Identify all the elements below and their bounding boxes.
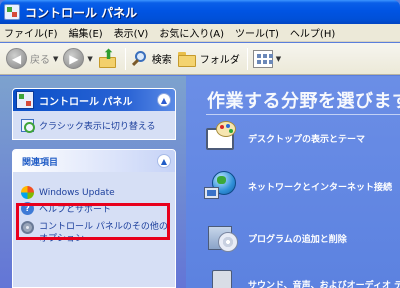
- category-label: ネットワークとインターネット接続: [248, 182, 393, 193]
- forward-button[interactable]: ▶ ▼: [63, 48, 93, 69]
- chevron-down-icon[interactable]: ▼: [53, 55, 58, 63]
- appearance-themes-icon: [204, 120, 240, 156]
- highlight-box: [16, 203, 170, 240]
- menu-favorites[interactable]: お気に入り(A): [159, 25, 224, 40]
- back-button[interactable]: ◀ 戻る ▼: [6, 48, 58, 69]
- control-panel-box: コントロール パネル ▲ クラシック表示に切り替える: [12, 88, 176, 140]
- category-label: デスクトップの表示とテーマ: [248, 134, 366, 145]
- related-item-label: Windows Update: [39, 187, 115, 198]
- task-pane: コントロール パネル ▲ クラシック表示に切り替える 関連項目 ▲ Window…: [0, 76, 186, 288]
- classic-view-link[interactable]: クラシック表示に切り替える: [13, 111, 175, 133]
- control-panel-box-title: コントロール パネル: [39, 96, 133, 108]
- classic-view-label: クラシック表示に切り替える: [39, 122, 156, 132]
- menu-file[interactable]: ファイル(F): [4, 25, 58, 40]
- back-arrow-icon: ◀: [6, 48, 27, 69]
- related-box-header[interactable]: 関連項目 ▲: [13, 150, 175, 172]
- category-label: サウンド、音声、およびオーディオ デバイス: [248, 280, 400, 288]
- related-item-windows-update[interactable]: Windows Update: [13, 172, 175, 199]
- folders-label: フォルダ: [199, 55, 240, 66]
- category-add-remove-programs[interactable]: プログラムの追加と削除: [204, 220, 347, 256]
- chevron-down-icon[interactable]: ▼: [87, 55, 92, 63]
- chevron-down-icon[interactable]: ▼: [276, 55, 281, 63]
- category-appearance[interactable]: デスクトップの表示とテーマ: [204, 120, 365, 156]
- category-label: プログラムの追加と削除: [248, 234, 347, 245]
- title-bar[interactable]: コントロール パネル: [0, 0, 400, 24]
- control-panel-icon: [16, 91, 34, 109]
- search-button[interactable]: 検索: [131, 50, 172, 68]
- folder-icon: [177, 51, 197, 67]
- control-panel-icon: [4, 4, 20, 20]
- category-sounds[interactable]: サウンド、音声、およびオーディオ デバイス: [204, 266, 400, 288]
- window-title: コントロール パネル: [25, 5, 138, 20]
- toolbar: ◀ 戻る ▼ ▶ ▼ ⬆ 検索 フォルダ ▼: [0, 43, 400, 75]
- up-folder-button[interactable]: ⬆: [98, 47, 118, 69]
- menu-edit[interactable]: 編集(E): [69, 25, 103, 40]
- toolbar-divider: [124, 47, 126, 70]
- related-box-title: 関連項目: [22, 157, 59, 168]
- folders-button[interactable]: フォルダ: [177, 51, 240, 67]
- category-network[interactable]: ネットワークとインターネット接続: [204, 168, 392, 204]
- views-button[interactable]: ▼: [252, 49, 281, 68]
- add-remove-programs-icon: [204, 220, 240, 256]
- collapse-icon[interactable]: ▲: [157, 93, 171, 107]
- search-icon: [131, 50, 149, 68]
- up-folder-icon: ⬆: [98, 47, 118, 69]
- forward-arrow-icon: ▶: [63, 48, 85, 69]
- menu-view[interactable]: 表示(V): [114, 25, 149, 40]
- classic-view-icon: [21, 119, 35, 133]
- search-label: 検索: [151, 55, 172, 66]
- category-view: 作業する分野を選びます デスクトップの表示とテーマ ネットワークとインターネット…: [186, 76, 400, 288]
- network-globe-icon: [204, 168, 240, 204]
- menu-bar: ファイル(F) 編集(E) 表示(V) お気に入り(A) ツール(T) ヘルプ(…: [0, 24, 400, 42]
- menu-help[interactable]: ヘルプ(H): [290, 25, 335, 40]
- windows-update-icon: [21, 186, 34, 199]
- heading-divider: [206, 114, 400, 115]
- page-title: 作業する分野を選びます: [207, 91, 400, 112]
- control-panel-box-header[interactable]: コントロール パネル ▲: [13, 89, 175, 111]
- back-label: 戻る: [30, 55, 50, 66]
- collapse-icon[interactable]: ▲: [157, 154, 171, 168]
- sound-devices-icon: [204, 266, 240, 288]
- menu-tools[interactable]: ツール(T): [235, 25, 279, 40]
- views-icon: [252, 49, 273, 68]
- toolbar-divider: [246, 47, 248, 70]
